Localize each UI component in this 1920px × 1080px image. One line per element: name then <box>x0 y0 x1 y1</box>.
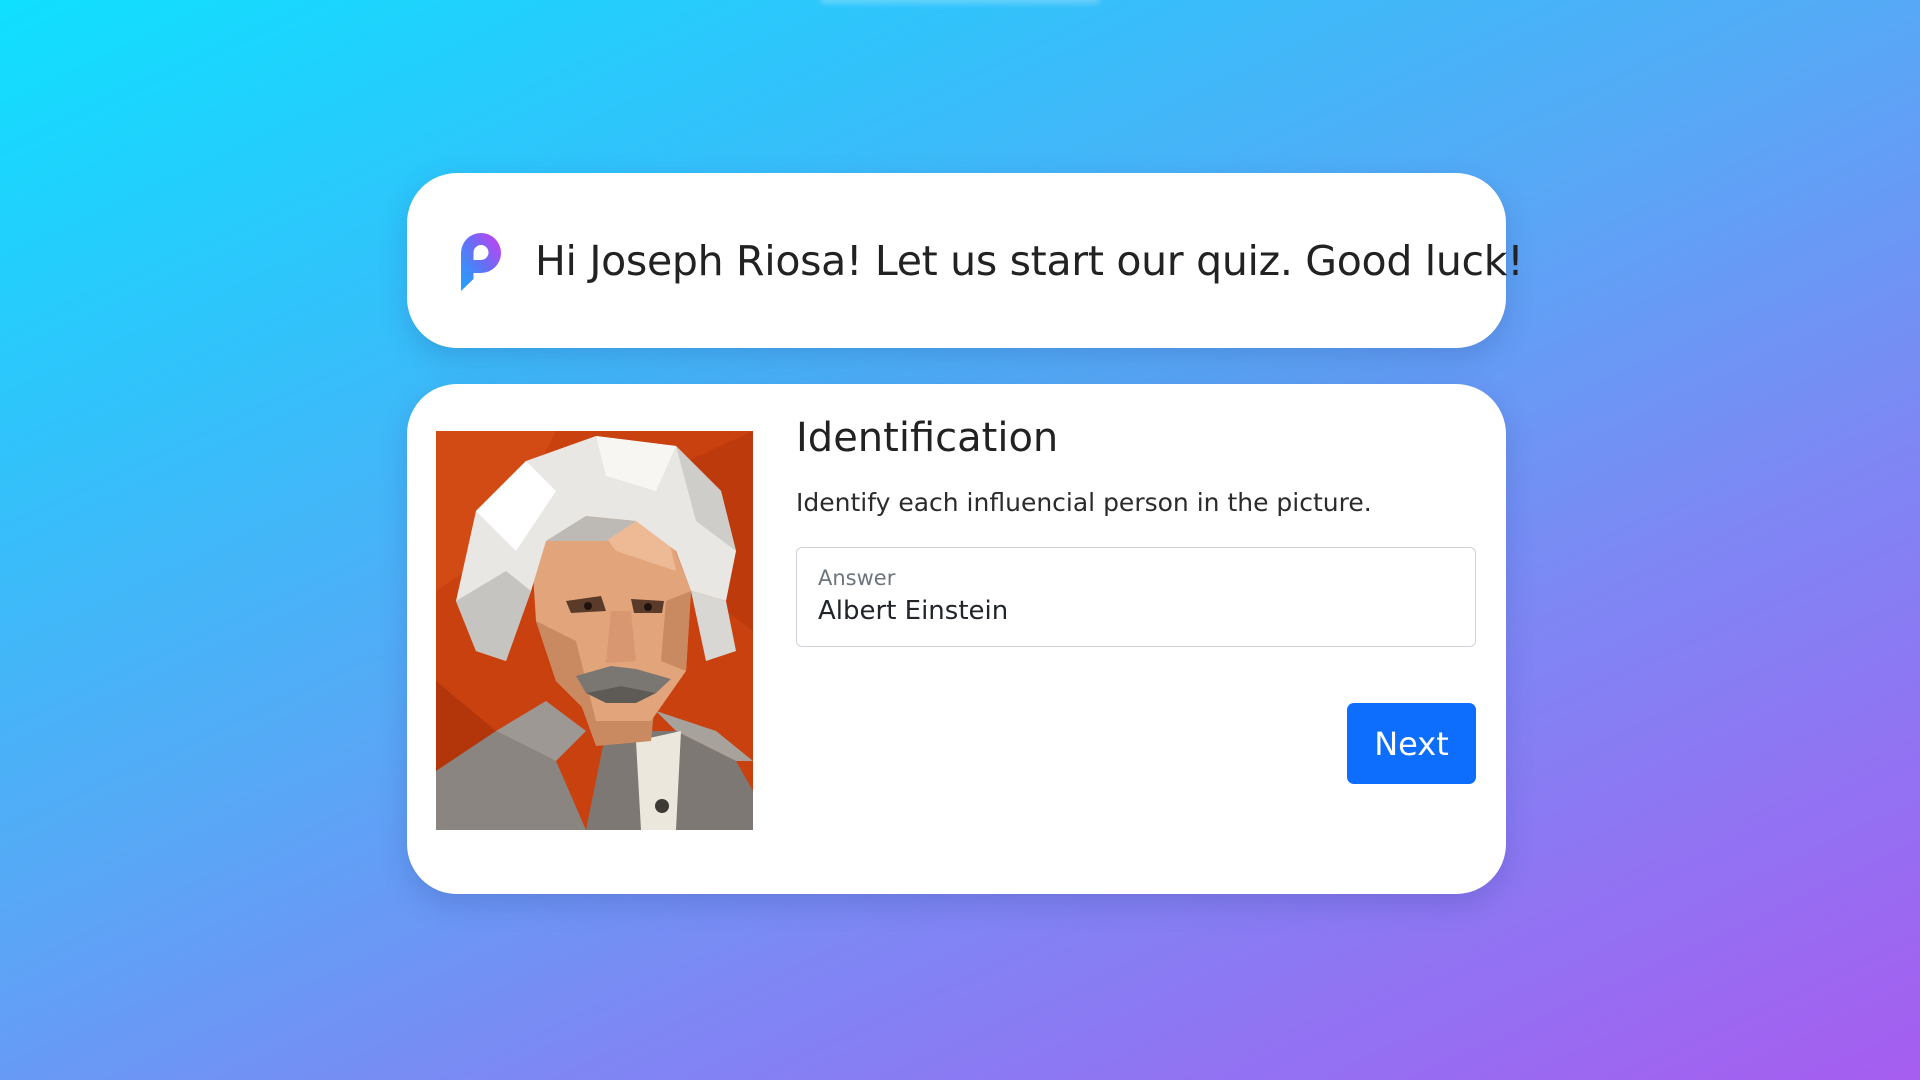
quiz-card: Identification Identify each influencial… <box>407 384 1506 894</box>
next-button[interactable]: Next <box>1347 703 1476 784</box>
p-logo-icon <box>461 232 501 291</box>
answer-input[interactable] <box>818 596 1454 626</box>
answer-label: Answer <box>818 566 896 590</box>
quiz-instruction: Identify each influencial person in the … <box>796 488 1372 517</box>
quiz-content: Identification Identify each influencial… <box>796 414 1476 784</box>
answer-field[interactable]: Answer <box>796 547 1476 647</box>
top-edge-shape <box>820 0 1100 4</box>
greeting-text: Hi Joseph Riosa! Let us start our quiz. … <box>535 236 1524 285</box>
greeting-card: Hi Joseph Riosa! Let us start our quiz. … <box>407 173 1524 348</box>
quiz-title: Identification <box>796 415 1059 461</box>
portrait-image <box>436 431 753 830</box>
